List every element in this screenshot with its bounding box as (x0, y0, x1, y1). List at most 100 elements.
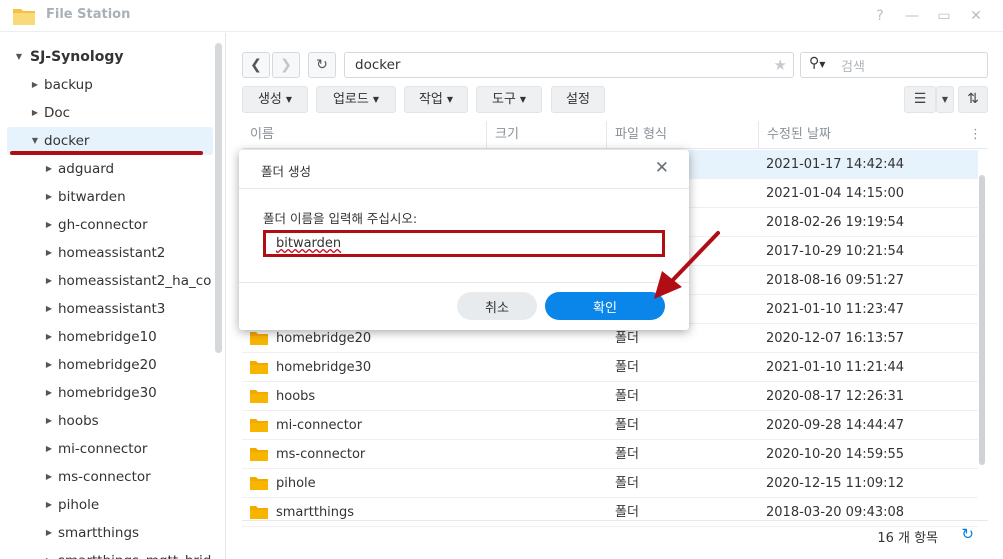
close-icon[interactable]: ✕ (655, 158, 669, 178)
collapse-triangle-icon[interactable]: ▶ (44, 407, 54, 435)
collapse-triangle-icon[interactable]: ▶ (44, 379, 54, 407)
sidebar-item-homebridge30[interactable]: ▶ homebridge30 (0, 379, 212, 407)
minimize-icon[interactable]: — (902, 6, 922, 26)
sidebar-item-gh-connector[interactable]: ▶ gh-connector (0, 211, 212, 239)
list-view-button[interactable]: ☰ (904, 86, 936, 113)
tree-root[interactable]: ▼ SJ-Synology (0, 43, 212, 71)
chevron-left-icon: ❮ (250, 57, 262, 73)
back-button[interactable]: ❮ (242, 52, 270, 78)
folder-icon (250, 419, 268, 432)
create-folder-dialog: 폴더 생성 ✕ 폴더 이름을 입력해 주십시오: bitwarden 취소 확인 (239, 150, 689, 330)
sidebar-item-bitwarden[interactable]: ▶ bitwarden (0, 183, 212, 211)
close-icon[interactable]: ✕ (966, 6, 986, 26)
sidebar-item-homebridge20[interactable]: ▶ homebridge20 (0, 351, 212, 379)
collapse-triangle-icon[interactable]: ▶ (44, 351, 54, 379)
collapse-triangle-icon[interactable]: ▶ (44, 323, 54, 351)
sidebar-item-backup[interactable]: ▶ backup (0, 71, 212, 99)
help-icon[interactable]: ? (870, 6, 890, 26)
caret-down-icon: ▼ (372, 95, 380, 104)
collapse-triangle-icon[interactable]: ▶ (30, 99, 40, 127)
forward-button[interactable]: ❯ (272, 52, 300, 78)
divider (239, 282, 689, 283)
column-size[interactable]: 크기 (486, 121, 604, 149)
sort-button[interactable]: ⇅ (958, 86, 988, 113)
collapse-triangle-icon[interactable]: ▶ (44, 435, 54, 463)
collapse-triangle-icon[interactable]: ▶ (44, 211, 54, 239)
folder-app-icon (13, 9, 35, 25)
row-date: 2020-10-20 14:59:55 (766, 447, 905, 462)
sort-icon: ⇅ (967, 91, 979, 107)
sidebar-item-label: backup (44, 77, 93, 93)
column-modified[interactable]: 수정된 날짜 (758, 121, 968, 149)
folder-name-value: bitwarden (276, 236, 342, 251)
sidebar-item-doc[interactable]: ▶ Doc (0, 99, 212, 127)
search-input[interactable]: ⚲▼ 검색 (800, 52, 988, 78)
action-button[interactable]: 작업 ▼ (404, 86, 468, 113)
sidebar-item-hoobs[interactable]: ▶ hoobs (0, 407, 212, 435)
sidebar-item-mi-connector[interactable]: ▶ mi-connector (0, 435, 212, 463)
refresh-button[interactable]: ↻ (308, 52, 336, 78)
collapse-triangle-icon[interactable]: ▶ (44, 519, 54, 547)
sidebar-item-smartthings-mqtt-brid[interactable]: ▶ smartthings_mqtt_brid (0, 547, 212, 559)
sidebar-item-smartthings[interactable]: ▶ smartthings (0, 519, 212, 547)
cancel-button[interactable]: 취소 (457, 292, 537, 320)
path-field[interactable]: docker ★ (344, 52, 794, 78)
folder-name-input[interactable]: bitwarden (263, 230, 665, 257)
star-icon[interactable]: ★ (774, 53, 787, 77)
expand-triangle-icon[interactable]: ▼ (14, 43, 24, 71)
collapse-triangle-icon[interactable]: ▶ (44, 267, 54, 295)
collapse-triangle-icon[interactable]: ▶ (44, 183, 54, 211)
column-type[interactable]: 파일 형식 (606, 121, 758, 149)
collapse-triangle-icon[interactable]: ▶ (44, 155, 54, 183)
sidebar-item-label: homeassistant2_ha_cor (58, 273, 212, 289)
folder-icon (250, 477, 268, 490)
row-type: 폴더 (615, 418, 639, 433)
collapse-triangle-icon[interactable]: ▶ (44, 239, 54, 267)
chevron-right-icon: ❯ (280, 57, 292, 73)
create-button[interactable]: 생성 ▼ (242, 86, 308, 113)
maximize-icon[interactable]: ▭ (934, 6, 954, 26)
row-name: homebridge30 (276, 360, 372, 375)
table-row[interactable]: ms-connector 폴더 2020-10-20 14:59:55 (242, 440, 978, 469)
upload-button[interactable]: 업로드 ▼ (316, 86, 396, 113)
window-title: File Station (46, 7, 131, 22)
search-icon[interactable]: ⚲▼ (809, 55, 839, 71)
sidebar-item-label: smartthings_mqtt_brid (58, 547, 211, 559)
sidebar-item-homeassistant2[interactable]: ▶ homeassistant2 (0, 239, 212, 267)
refresh-icon[interactable]: ↻ (961, 525, 974, 543)
table-row[interactable]: homebridge30 폴더 2021-01-10 11:21:44 (242, 353, 978, 382)
table-row[interactable]: hoobs 폴더 2020-08-17 12:26:31 (242, 382, 978, 411)
annotation-underline (10, 151, 203, 155)
collapse-triangle-icon[interactable]: ▶ (44, 463, 54, 491)
sidebar-item-homeassistant2-ha-cor[interactable]: ▶ homeassistant2_ha_cor (0, 267, 212, 295)
collapse-triangle-icon[interactable]: ▶ (44, 547, 54, 559)
row-date: 2020-09-28 14:44:47 (766, 418, 905, 433)
collapse-triangle-icon[interactable]: ▶ (30, 71, 40, 99)
caret-down-icon: ▼ (446, 95, 454, 104)
collapse-triangle-icon[interactable]: ▶ (44, 491, 54, 519)
sidebar-item-ms-connector[interactable]: ▶ ms-connector (0, 463, 212, 491)
list-scrollbar[interactable] (979, 175, 985, 465)
column-options-icon[interactable]: ⋮ (969, 121, 982, 149)
tools-button[interactable]: 도구 ▼ (476, 86, 542, 113)
folder-icon (250, 332, 268, 345)
row-date: 2018-02-26 19:19:54 (766, 215, 905, 230)
refresh-icon: ↻ (316, 57, 328, 73)
sidebar-item-label: homebridge20 (58, 357, 157, 373)
sidebar-item-label: homeassistant2 (58, 245, 166, 261)
settings-button[interactable]: 설정 (551, 86, 605, 113)
folder-icon (250, 390, 268, 403)
view-dropdown-button[interactable]: ▼ (936, 86, 954, 113)
row-name: hoobs (276, 389, 316, 404)
sidebar-scrollbar[interactable] (215, 43, 222, 353)
sidebar-item-adguard[interactable]: ▶ adguard (0, 155, 212, 183)
table-row[interactable]: pihole 폴더 2020-12-15 11:09:12 (242, 469, 978, 498)
row-name: ms-connector (276, 447, 366, 462)
collapse-triangle-icon[interactable]: ▶ (44, 295, 54, 323)
column-name[interactable]: 이름 (242, 121, 486, 149)
sidebar-item-homeassistant3[interactable]: ▶ homeassistant3 (0, 295, 212, 323)
caret-down-icon: ▼ (285, 95, 293, 104)
table-row[interactable]: mi-connector 폴더 2020-09-28 14:44:47 (242, 411, 978, 440)
sidebar-item-pihole[interactable]: ▶ pihole (0, 491, 212, 519)
sidebar-item-homebridge10[interactable]: ▶ homebridge10 (0, 323, 212, 351)
